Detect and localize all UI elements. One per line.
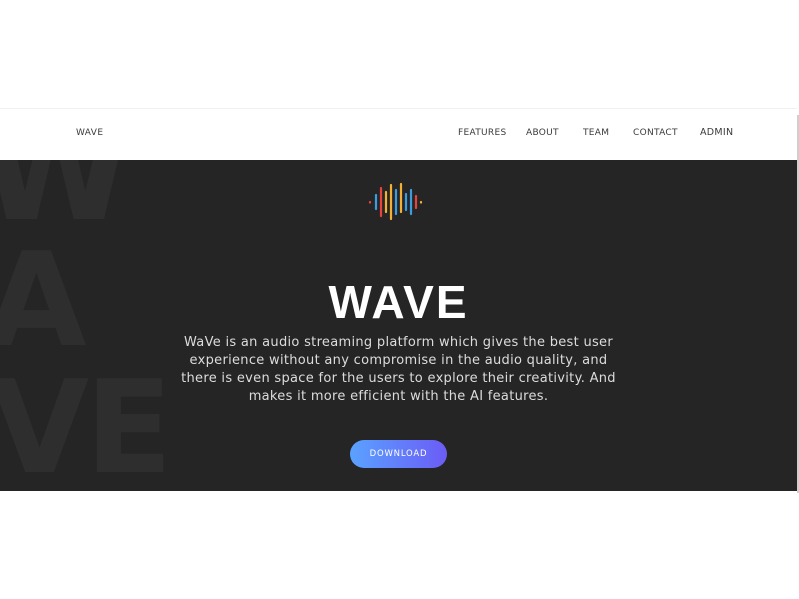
navbar: WAVE FEATURES ABOUT TEAM CONTACT ADMIN [0, 108, 797, 161]
nav-link-about[interactable]: ABOUT [526, 128, 559, 138]
hero-title: WAVE [328, 276, 469, 328]
download-button[interactable]: DOWNLOAD [350, 440, 447, 468]
hero-description: WaVe is an audio streaming platform whic… [181, 335, 616, 404]
nav-link-contact[interactable]: CONTACT [633, 128, 678, 138]
hero-section: W A VE WAVE WaVe is an audio streaming p… [0, 160, 797, 491]
background-letters-ve: VE [0, 354, 172, 492]
brand-logo-link[interactable]: WAVE [76, 128, 103, 138]
nav-link-admin[interactable]: ADMIN [700, 127, 733, 138]
sound-wave-icon [368, 182, 423, 221]
nav-link-team[interactable]: TEAM [583, 128, 609, 138]
nav-link-features[interactable]: FEATURES [458, 128, 506, 138]
top-blank-area [0, 0, 799, 108]
